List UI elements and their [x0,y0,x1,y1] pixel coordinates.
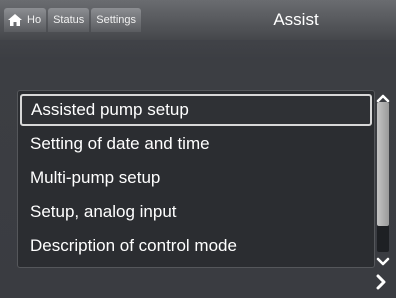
menu-item-label: Description of control mode [30,236,237,255]
menu-item-analog-input[interactable]: Setup, analog input [18,195,374,229]
scrollbar-thumb[interactable] [377,102,389,226]
menu-item-date-time[interactable]: Setting of date and time [18,127,374,161]
chevron-up-icon[interactable] [376,90,390,103]
scrollbar[interactable] [377,102,389,252]
tab-settings[interactable]: Settings [91,8,141,32]
tab-settings-label: Settings [96,14,136,26]
menu-item-multi-pump-setup[interactable]: Multi-pump setup [18,161,374,195]
top-bar: Ho Status Settings Assist [0,0,396,40]
menu-item-label: Assisted pump setup [31,100,189,119]
menu-item-label: Setup, analog input [30,202,177,221]
tab-status-label: Status [53,14,85,26]
tab-home[interactable]: Ho [4,8,47,32]
menu-list-panel: Assisted pump setup Setting of date and … [17,90,375,268]
tab-bar: Ho Status Settings [4,8,143,32]
home-icon [7,13,23,27]
chevron-right-icon[interactable] [374,274,388,290]
menu-item-assisted-pump-setup[interactable]: Assisted pump setup [20,94,372,126]
menu-list: Assisted pump setup Setting of date and … [18,91,374,263]
chevron-down-icon[interactable] [376,254,390,266]
menu-item-label: Multi-pump setup [30,168,161,187]
menu-item-label: Setting of date and time [30,134,210,153]
tab-status[interactable]: Status [48,8,90,32]
menu-item-control-mode[interactable]: Description of control mode [18,229,374,263]
tab-home-label: Ho [27,14,42,26]
screen: Ho Status Settings Assist Assisted pump … [0,0,396,298]
page-title: Assist [273,10,319,29]
